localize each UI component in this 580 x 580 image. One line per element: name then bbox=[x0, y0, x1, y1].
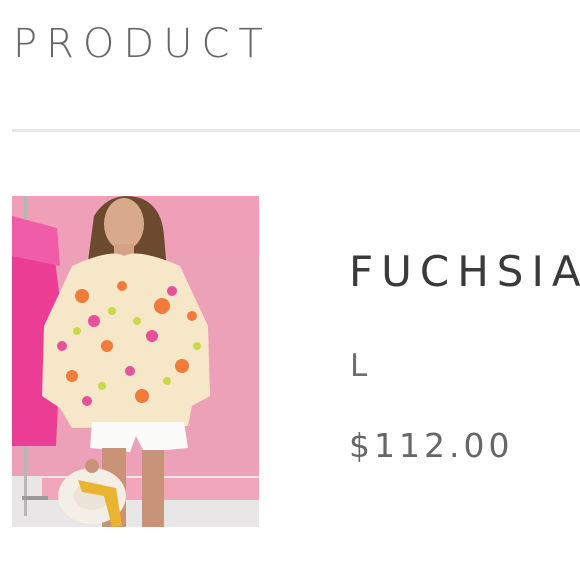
product-price: $112.00 bbox=[349, 426, 514, 465]
page-title: PRODUCT bbox=[13, 21, 272, 67]
product-size: L bbox=[350, 348, 368, 384]
product-photo-icon bbox=[12, 196, 259, 527]
product-name[interactable]: FUCHSIA bbox=[349, 251, 580, 293]
product-image[interactable] bbox=[12, 196, 259, 527]
header-divider bbox=[12, 129, 580, 132]
product-item[interactable]: FUCHSIA L $112.00 bbox=[0, 196, 580, 536]
